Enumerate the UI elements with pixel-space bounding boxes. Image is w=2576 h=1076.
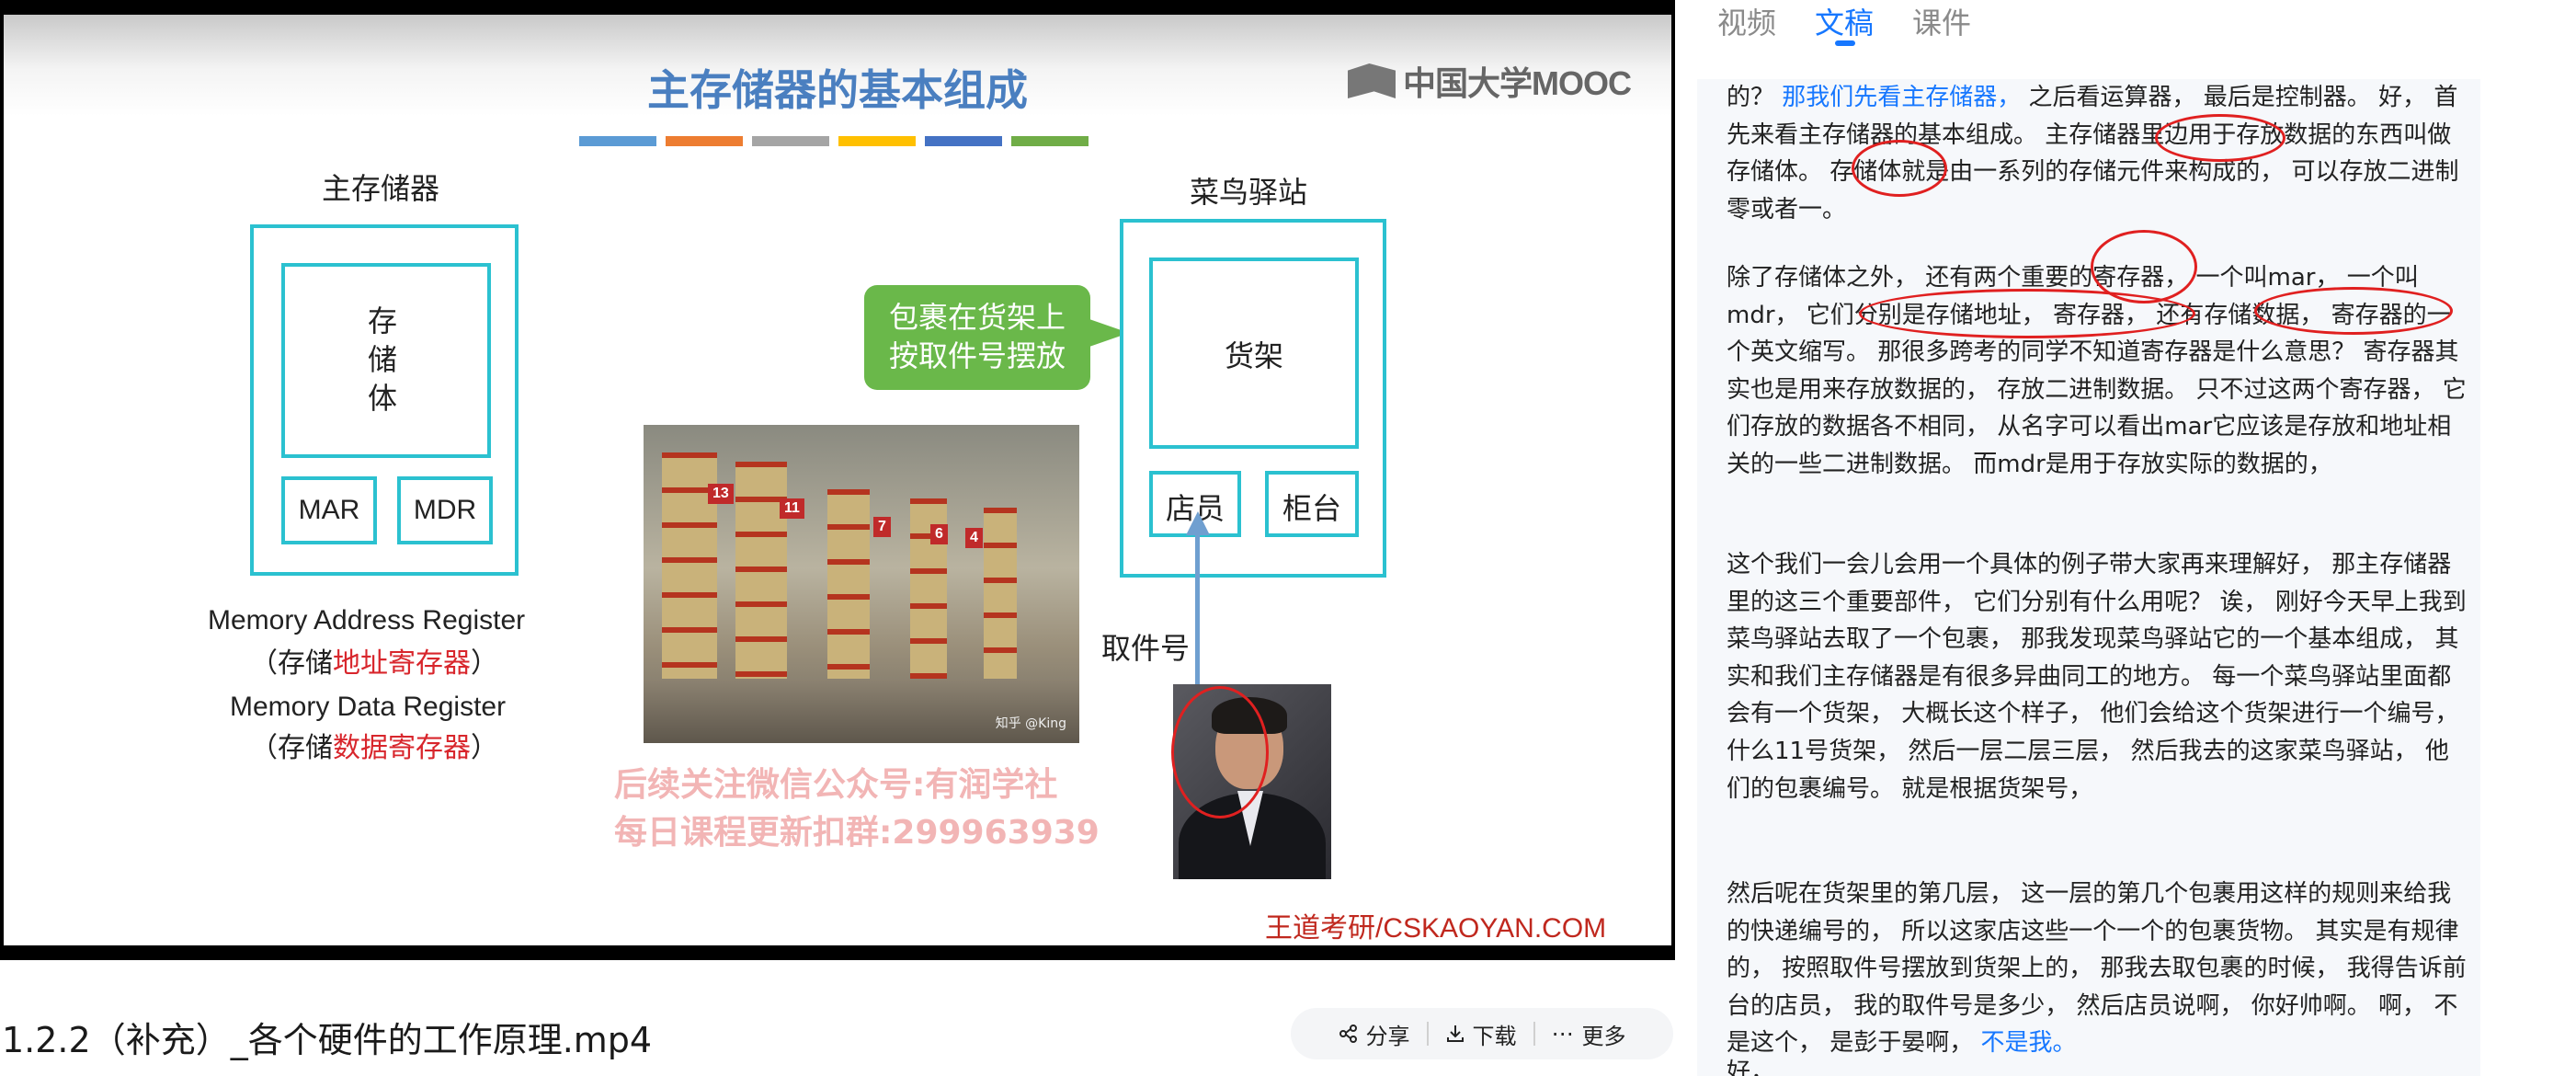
warehouse-floor — [644, 679, 1079, 743]
transcript-panel[interactable]: 的？ 那我们先看主存储器， 之后看运算器， 最后是控制器。 好， 首先来看主存储… — [1697, 79, 2480, 1076]
courier-station-heading: 菜鸟驿站 — [1190, 175, 1308, 210]
annotation-circle — [1171, 686, 1269, 818]
photo-credit: 知乎 @King — [995, 716, 1066, 731]
annotation-circle — [1852, 140, 1947, 197]
rack-number-label: 4 — [965, 528, 983, 548]
main-memory-heading: 主存储器 — [322, 171, 440, 206]
video-actions-bar: 分享 下载 ⋯ 更多 — [1291, 1008, 1673, 1059]
video-player[interactable]: 主存储器的基本组成 中国大学MOOC 主存储器 存 储 体 MAR MDR Me… — [0, 0, 1675, 960]
pickup-arrow — [1195, 533, 1200, 690]
video-title: 1.2.2（补充）_各个硬件的工作原理.mp4 — [2, 1020, 653, 1060]
transcript-paragraph: 好， — [1727, 1059, 1775, 1076]
warehouse-rack — [827, 489, 870, 706]
download-label: 下载 — [1472, 1023, 1517, 1049]
warehouse-rack — [984, 508, 1017, 706]
rack-number-label: 11 — [780, 498, 804, 519]
tab-courseware[interactable]: 课件 — [1912, 0, 1971, 46]
rack-number-label: 13 — [708, 484, 734, 504]
title-color-bar — [838, 136, 916, 146]
callout-bubble: 包裹在货架上 按取件号摆放 — [864, 285, 1129, 390]
title-color-bar — [925, 136, 1002, 146]
shelf-label: 货架 — [1224, 338, 1283, 373]
transcript-link[interactable]: 不是我。 — [1981, 1029, 2077, 1057]
slide: 主存储器的基本组成 中国大学MOOC 主存储器 存 储 体 MAR MDR Me… — [4, 15, 1671, 945]
tab-transcript[interactable]: 文稿 — [1815, 0, 1874, 46]
annotation-circle — [2254, 287, 2453, 335]
mar-label: MAR — [298, 495, 360, 525]
title-color-bar — [579, 136, 656, 146]
mar-chinese-name: （存储地址寄存器） — [250, 647, 498, 680]
mar-full-name: Memory Address Register — [208, 605, 526, 635]
video-top-bar — [0, 0, 1675, 15]
mooc-logo-text: 中国大学MOOC — [1403, 64, 1632, 102]
tab-video[interactable]: 视频 — [1717, 0, 1776, 46]
more-button[interactable]: ⋯ 更多 — [1552, 1018, 1626, 1050]
mooc-logo: 中国大学MOOC — [1348, 57, 1632, 105]
title-color-bar — [666, 136, 743, 146]
more-label: 更多 — [1581, 1023, 1626, 1049]
annotation-circle — [2155, 114, 2285, 162]
warehouse-photo: 13 11 7 6 4 知乎 @King — [644, 425, 1079, 743]
mooc-logo-icon — [1348, 63, 1396, 98]
share-label: 分享 — [1365, 1023, 1410, 1049]
share-icon — [1339, 1024, 1357, 1043]
title-color-bar — [1011, 136, 1089, 146]
title-color-bars — [579, 136, 1089, 146]
transcript-paragraph: 这个我们一会儿会用一个具体的例子带大家再来理解好， 那主存储器里的这三个重要部件… — [1727, 551, 2467, 803]
watermark: 后续关注微信公众号:有润学社 每日课程更新扣群:299963939 — [614, 766, 1100, 852]
transcript-current-sentence[interactable]: 那我们先看主存储器， — [1782, 84, 2021, 111]
download-icon — [1446, 1025, 1464, 1042]
panel-tabs: 视频 文稿 课件 — [1717, 0, 1971, 46]
more-icon: ⋯ — [1551, 1021, 1575, 1047]
pickup-arrow-head — [1186, 511, 1210, 535]
mdr-full-name: Memory Data Register — [230, 692, 507, 722]
annotation-circle — [1859, 289, 2195, 338]
download-button[interactable]: 下载 — [1445, 1018, 1517, 1050]
rack-number-label: 7 — [873, 517, 891, 537]
storage-body-label: 存 储 体 — [368, 303, 398, 416]
transcript-paragraph: 的？ 那我们先看主存储器， 之后看运算器， 最后是控制器。 好， 首先来看主存储… — [1727, 84, 2459, 223]
rack-number-label: 6 — [930, 524, 948, 544]
share-button[interactable]: 分享 — [1339, 1018, 1410, 1050]
active-tab-indicator — [1835, 40, 1855, 46]
divider — [1426, 1022, 1429, 1046]
divider — [1533, 1022, 1535, 1046]
pickup-code-label: 取件号 — [1101, 631, 1191, 666]
brand-footer: 王道考研/CSKAOYAN.COM — [1265, 913, 1607, 944]
mdr-label: MDR — [413, 495, 477, 525]
title-color-bar — [752, 136, 829, 146]
transcript-paragraph: 然后呢在货架里的第几层， 这一层的第几个包裹用这样的规则来给我的快递编号的， 所… — [1727, 880, 2467, 1058]
counter-label: 柜台 — [1282, 491, 1341, 526]
mdr-chinese-name: （存储数据寄存器） — [250, 732, 498, 764]
